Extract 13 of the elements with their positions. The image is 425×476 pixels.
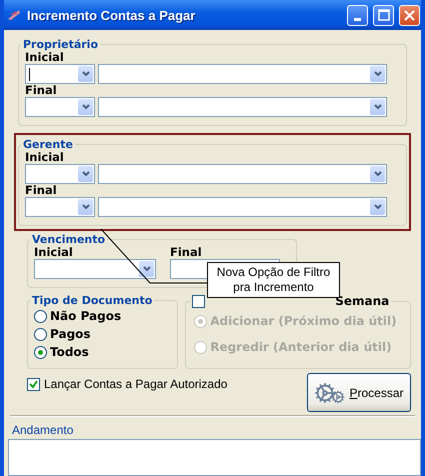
field-label: Inicial xyxy=(25,51,64,64)
field-label: Final xyxy=(25,184,58,197)
field-label: Inicial xyxy=(25,151,65,164)
field-label: Final xyxy=(25,84,58,97)
note-tooltip: Nova Opção de Filtro pra Incremento xyxy=(207,262,340,298)
progress-label: Andamento xyxy=(12,423,74,437)
group-title: Tipo de Documento xyxy=(31,294,154,307)
field-label: Inicial xyxy=(34,246,74,259)
group-title: Proprietário xyxy=(22,38,100,51)
window-title: Incremento Contas a Pagar xyxy=(27,8,196,22)
group-title: Vencimento xyxy=(31,233,106,246)
field-label: Final xyxy=(170,246,203,259)
group-title: Gerente xyxy=(22,138,74,151)
